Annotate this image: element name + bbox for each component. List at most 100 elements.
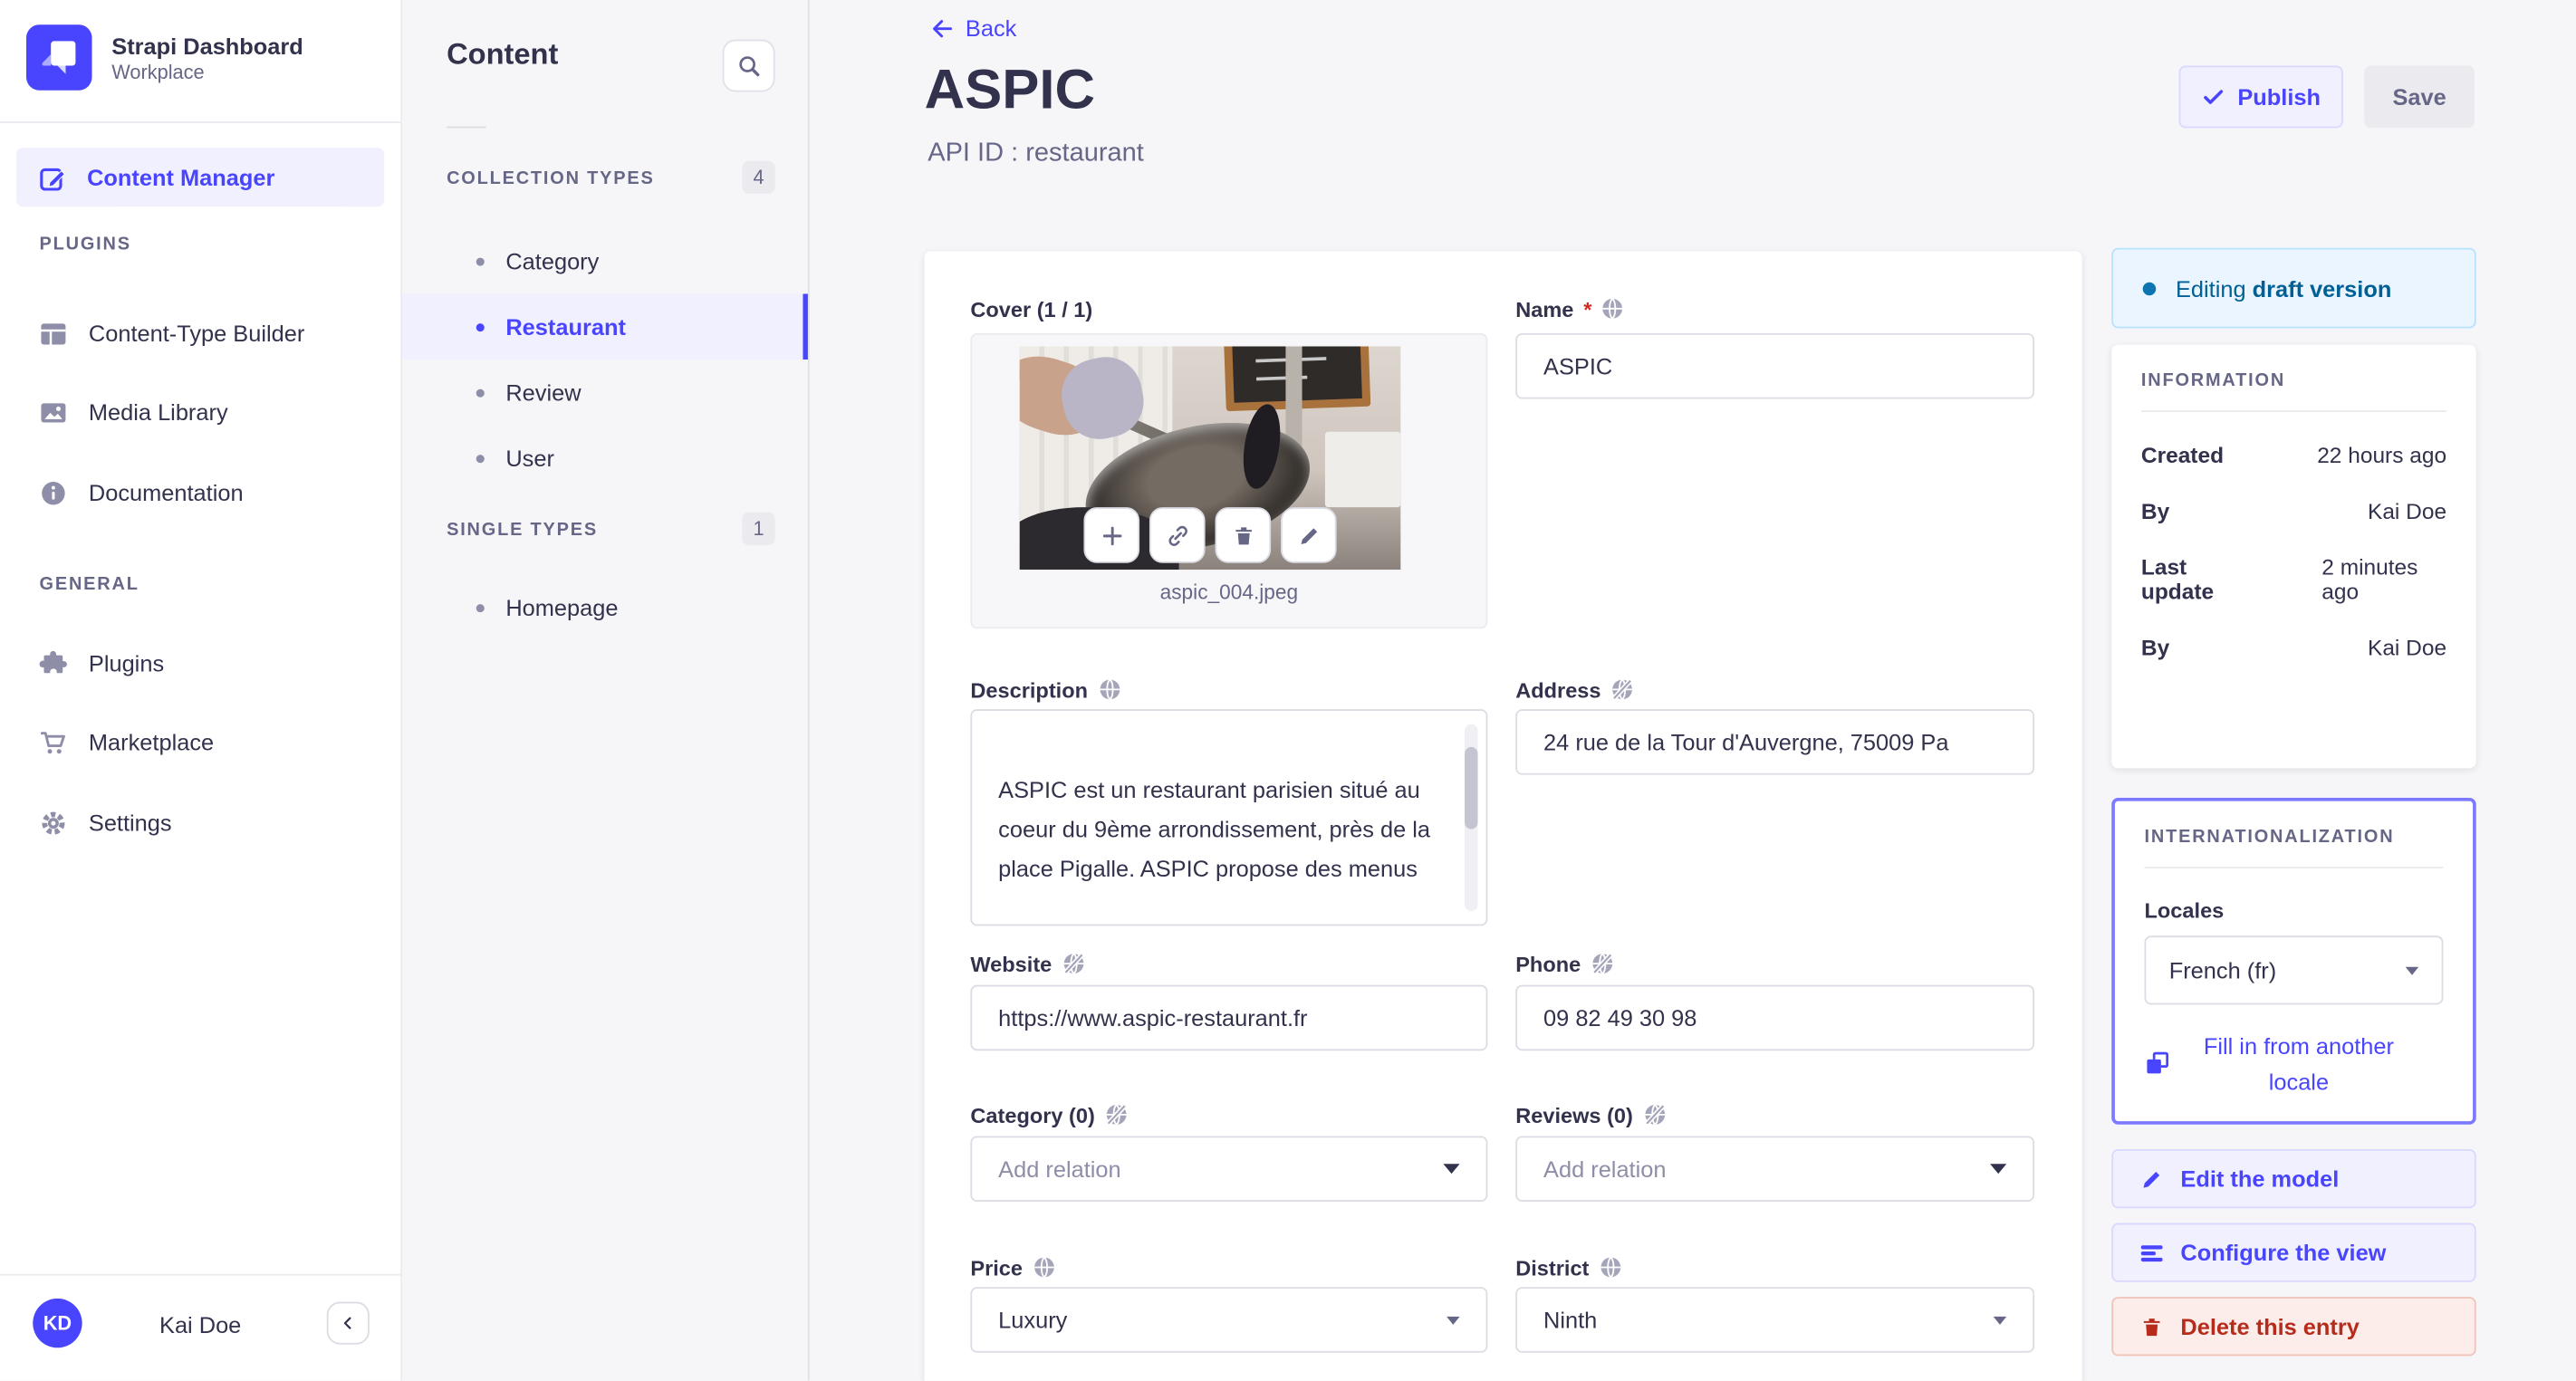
globe-striked-icon [1106,1104,1127,1126]
district-select[interactable]: Ninth [1515,1287,2035,1353]
sidebar-item-content-manager[interactable]: Content Manager [16,148,385,207]
locale-select[interactable]: French (fr) [2144,935,2444,1005]
sidebar-item-media-library[interactable]: Media Library [40,388,388,436]
workspace-brand[interactable]: Strapi Dashboard Workplace [26,24,303,91]
search-icon [738,55,759,76]
info-row-last-update: Last update 2 minutes ago [2140,554,2418,605]
save-label: Save [2392,83,2446,110]
globe-striked-icon [1062,953,1083,974]
delete-entry-button[interactable]: Delete this entry [2111,1297,2476,1357]
globe-icon [1600,1256,1620,1279]
app-title: Strapi Dashboard [111,32,303,59]
copy-link-button[interactable] [1149,507,1206,563]
bullet-icon [476,454,485,463]
subnav-item-category[interactable]: Category [402,228,808,294]
single-types-header: SINGLE TYPES [447,520,599,541]
info-row-created: Created 22 hours ago [2140,443,2447,468]
globe-icon [1099,678,1120,700]
divider [0,121,401,123]
sidebar-item-settings[interactable]: Settings [40,798,388,847]
name-field-label: Name * [1515,295,1625,321]
sidebar-item-marketplace[interactable]: Marketplace [40,717,388,766]
single-types-count-badge: 1 [742,512,775,545]
category-relation-select[interactable]: Add relation [970,1136,1488,1202]
scrollbar-thumb[interactable] [1465,746,1478,830]
reviews-relation-select[interactable]: Add relation [1515,1136,2035,1202]
pencil-icon [1300,527,1317,544]
main-sidebar: Strapi Dashboard Workplace Content Manag… [0,0,403,1381]
subnav-item-homepage[interactable]: Homepage [402,574,808,640]
add-media-button[interactable] [1083,507,1140,563]
district-field-label: District [1515,1254,1621,1280]
sidebar-item-documentation[interactable]: Documentation [40,468,388,517]
strapi-logo-icon [26,24,92,91]
phone-input[interactable]: 09 82 49 30 98 [1515,984,2035,1051]
draft-status-banner: Editing draft version [2111,247,2476,329]
draft-status-text: Editing draft version [2175,274,2392,302]
textarea-scrollbar[interactable] [1465,724,1478,912]
website-input[interactable]: https://www.aspic-restaurant.fr [970,984,1488,1051]
collection-types-header: COLLECTION TYPES [447,168,655,189]
globe-icon [1603,298,1623,320]
caret-down-icon [2405,965,2419,974]
internationalization-panel: INTERNATIONALIZATION Locales French (fr)… [2111,798,2476,1125]
general-section-header: GENERAL [39,574,139,595]
description-textarea[interactable]: ASPIC est un restaurant parisien situé a… [970,709,1488,926]
info-row-created-by: By Kai Doe [2140,499,2447,524]
workspace-name: Workplace [111,60,205,83]
edit-model-button[interactable]: Edit the model [2111,1148,2476,1209]
link-icon [1168,524,1187,546]
edit-media-button[interactable] [1280,507,1337,563]
plugins-section-header: PLUGINS [39,235,131,254]
api-id-subtitle: API ID : restaurant [928,139,1144,168]
cover-media-field[interactable]: aspic_004.jpeg [970,332,1488,629]
caret-down-icon [1990,1164,2007,1175]
subnav-item-restaurant[interactable]: Restaurant [402,293,808,360]
divider [2140,410,2447,413]
collection-types-count-badge: 4 [742,160,775,194]
address-input[interactable]: 24 rue de la Tour d'Auvergne, 75009 Pa [1515,709,2035,775]
description-field-label: Description [970,676,1120,703]
sidebar-item-content-type-builder[interactable]: Content-Type Builder [40,309,388,358]
back-link[interactable]: Back [928,14,1016,41]
sidebar-item-label: Settings [88,809,172,836]
search-button[interactable] [722,39,775,92]
collapse-sidebar-button[interactable] [326,1301,370,1345]
divider [447,126,486,129]
price-select[interactable]: Luxury [970,1287,1488,1353]
info-row-updated-by: By Kai Doe [2140,635,2447,660]
divider [2144,867,2444,868]
locales-label: Locales [2144,897,2225,923]
caret-down-icon [1443,1164,1460,1175]
subnav-item-label: User [505,445,554,472]
phone-field-label: Phone [1515,951,1613,977]
bullet-icon [476,603,485,612]
subnav-item-label: Category [505,247,600,274]
required-asterisk: * [1583,296,1592,321]
subnav-item-user[interactable]: User [402,426,808,492]
name-input[interactable]: ASPIC [1515,332,2035,399]
content-subnav: Content COLLECTION TYPES 4 Category Rest… [402,0,810,1381]
media-actions [1020,507,1401,563]
reviews-field-label: Reviews (0) [1515,1101,1666,1127]
publish-button[interactable]: Publish [2178,65,2343,129]
trash-icon [1235,526,1252,544]
subnav-item-review[interactable]: Review [402,360,808,426]
information-panel: INFORMATION Created 22 hours ago By Kai … [2111,344,2476,769]
sidebar-item-label: Marketplace [88,728,215,755]
entry-form-card: Cover (1 / 1) aspic_004.jpeg Name * ASPI… [924,251,2082,1381]
bullet-icon [476,256,485,265]
page-title: ASPIC [924,59,1095,122]
check-icon [2203,90,2223,104]
fill-from-locale-link[interactable]: Fill in from another locale [2145,1028,2444,1100]
website-field-label: Website [970,951,1084,977]
delete-media-button[interactable] [1215,507,1272,563]
gear-icon [40,809,68,837]
configure-view-button[interactable]: Configure the view [2111,1223,2476,1282]
list-lines-icon [2140,1244,2163,1261]
sidebar-item-plugins[interactable]: Plugins [39,638,388,687]
information-header: INFORMATION [2140,370,2286,391]
save-button[interactable]: Save [2364,65,2475,129]
user-avatar[interactable]: KD [33,1298,82,1348]
pencil-icon [2143,1171,2160,1187]
